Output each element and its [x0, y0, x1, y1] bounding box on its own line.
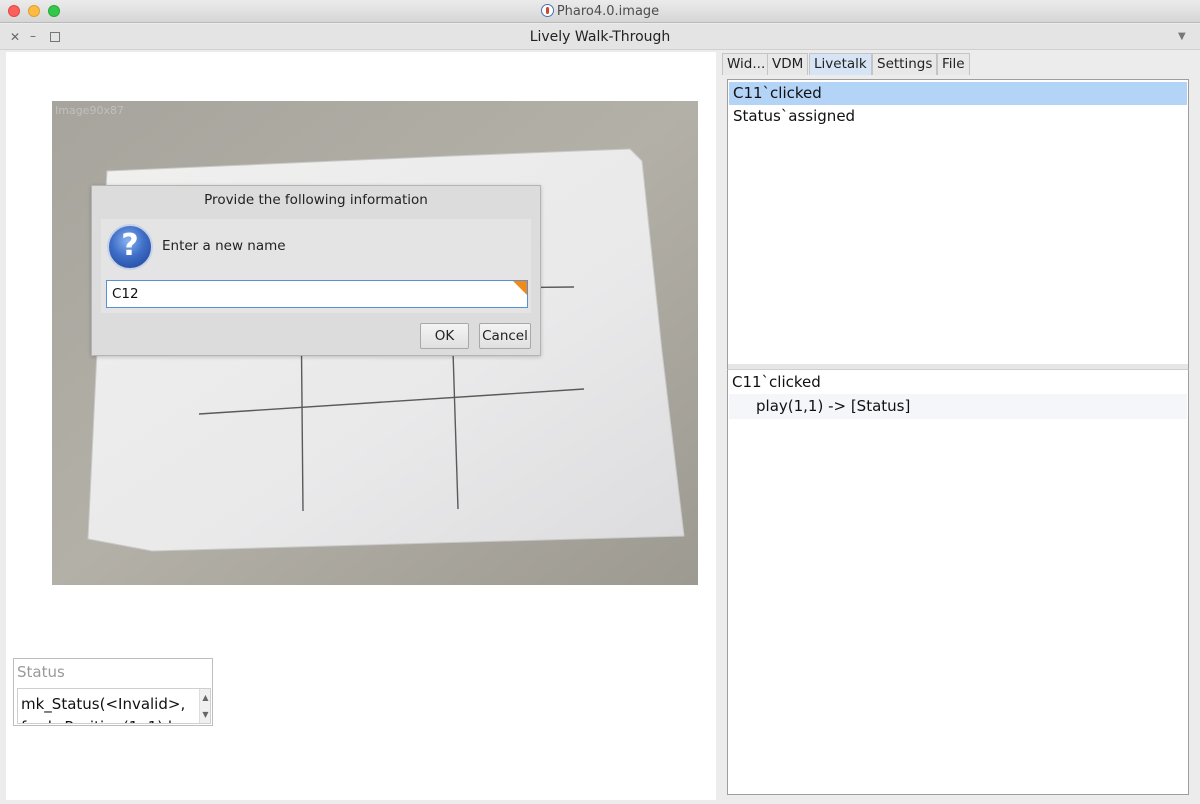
cancel-button[interactable]: Cancel: [479, 323, 531, 349]
mac-titlebar: Pharo4.0.image: [0, 0, 1200, 23]
tab-vdm[interactable]: VDM: [767, 53, 809, 75]
tab-file[interactable]: File: [937, 53, 970, 75]
status-value-field[interactable]: mk_Status(<Invalid>, fcsd=Position(1, 1)…: [17, 688, 211, 724]
scroll-down-icon[interactable]: ▼: [200, 706, 210, 723]
input-corner-marker: [513, 281, 527, 295]
status-title: Status: [17, 663, 65, 681]
list-item[interactable]: C11`clicked: [729, 82, 1187, 105]
tree-child-node[interactable]: play(1,1) -> [Status]: [729, 394, 1187, 419]
tree-child-label: play(1,1) -> [Status]: [756, 397, 911, 415]
scroll-up-icon[interactable]: ▲: [200, 689, 210, 706]
window-menu-icon[interactable]: ▼: [1178, 31, 1186, 42]
dialog-title: Provide the following information: [204, 192, 428, 208]
livetalk-tree: C11`clicked play(1,1) -> [Status]: [727, 369, 1189, 795]
status-value-line: mk_Status(<Invalid>,: [21, 695, 186, 713]
name-input[interactable]: [106, 280, 528, 308]
status-widget[interactable]: Status mk_Status(<Invalid>, fcsd=Positio…: [13, 658, 213, 726]
photo-overlay-label: Image90x87: [55, 104, 124, 117]
tab-livetalk[interactable]: Livetalk: [809, 53, 872, 75]
prompt-label: Enter a new name: [162, 238, 286, 254]
tab-widgets[interactable]: Wid...: [722, 53, 771, 75]
list-item[interactable]: Status`assigned: [729, 105, 1187, 128]
window-title: Lively Walk-Through: [529, 29, 671, 45]
window-header: ✕ – Lively Walk-Through ▼: [0, 24, 1200, 50]
app-title: Pharo4.0.image: [0, 4, 1200, 19]
rename-dialog: Provide the following information ? Ente…: [91, 185, 541, 356]
ok-button[interactable]: OK: [420, 323, 469, 349]
livetalk-list: C11`clicked Status`assigned: [727, 79, 1189, 365]
tree-root-node[interactable]: C11`clicked: [732, 371, 821, 394]
app-title-text: Pharo4.0.image: [556, 4, 660, 19]
pharo-icon: [540, 4, 554, 17]
tab-settings[interactable]: Settings: [872, 53, 938, 75]
status-scrollbar[interactable]: ▲ ▼: [199, 689, 210, 723]
question-icon: ?: [107, 224, 153, 270]
status-value-text: mk_Status(<Invalid>, fcsd=Position(1, 1)…: [21, 693, 186, 723]
status-value-line: fcsd=Position(1, 1) l...: [21, 716, 186, 723]
